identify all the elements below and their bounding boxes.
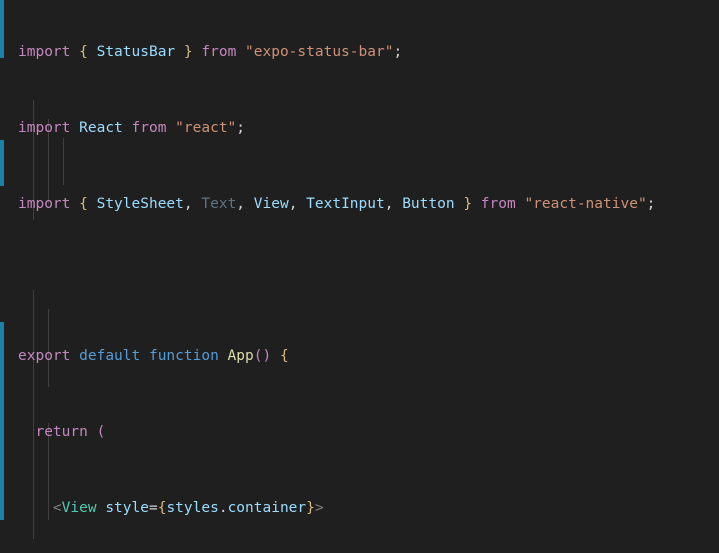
token-identifier: StatusBar [96, 44, 176, 60]
code-line[interactable]: export default function App() { [0, 347, 719, 366]
code-line[interactable]: import { StatusBar } from "expo-status-b… [0, 43, 719, 62]
code-editor[interactable]: import { StatusBar } from "expo-status-b… [0, 0, 719, 553]
code-content[interactable]: import { StatusBar } from "expo-status-b… [0, 0, 719, 553]
token-string: "react" [175, 120, 237, 136]
token-keyword: import [18, 120, 71, 136]
code-line[interactable]: import React from "react"; [0, 119, 719, 138]
token-brace: } [306, 500, 315, 516]
token-unused-identifier: Text [201, 196, 237, 212]
code-line-blank[interactable] [0, 271, 719, 290]
token-paren: ( [96, 424, 106, 440]
token-keyword: from [480, 196, 516, 212]
token-keyword: import [18, 44, 71, 60]
token-identifier: TextInput [306, 196, 385, 212]
token-identifier: container [227, 500, 307, 516]
token-attribute: style [105, 500, 149, 516]
token-brace: } [463, 196, 473, 212]
token-keyword: default [79, 348, 141, 364]
token-keyword: function [148, 348, 219, 364]
token-paren: ) [262, 348, 272, 364]
token-brace: { [79, 44, 88, 60]
token-brace: } [183, 44, 193, 60]
token-identifier: View [253, 196, 289, 212]
token-keyword: return [35, 424, 88, 440]
token-function-name: App [227, 348, 254, 364]
token-identifier: React [79, 120, 123, 136]
token-keyword: export [18, 348, 71, 364]
token-identifier: styles [166, 500, 219, 516]
code-line[interactable]: import { StyleSheet, Text, View, TextInp… [0, 195, 719, 214]
token-jsx-tag: View [61, 500, 97, 516]
token-keyword: from [131, 120, 167, 136]
token-keyword: from [201, 44, 237, 60]
code-line[interactable]: return ( [0, 423, 719, 442]
token-identifier: Button [402, 196, 455, 212]
token-string: "react-native" [524, 196, 647, 212]
token-punct: > [314, 500, 324, 516]
token-identifier: StyleSheet [96, 196, 184, 212]
token-punct: < [52, 500, 62, 516]
token-keyword: import [18, 196, 71, 212]
code-line[interactable]: <View style={styles.container}> [0, 499, 719, 518]
token-brace: { [279, 348, 289, 364]
token-string: "expo-status-bar" [245, 44, 394, 60]
token-brace: { [79, 196, 88, 212]
